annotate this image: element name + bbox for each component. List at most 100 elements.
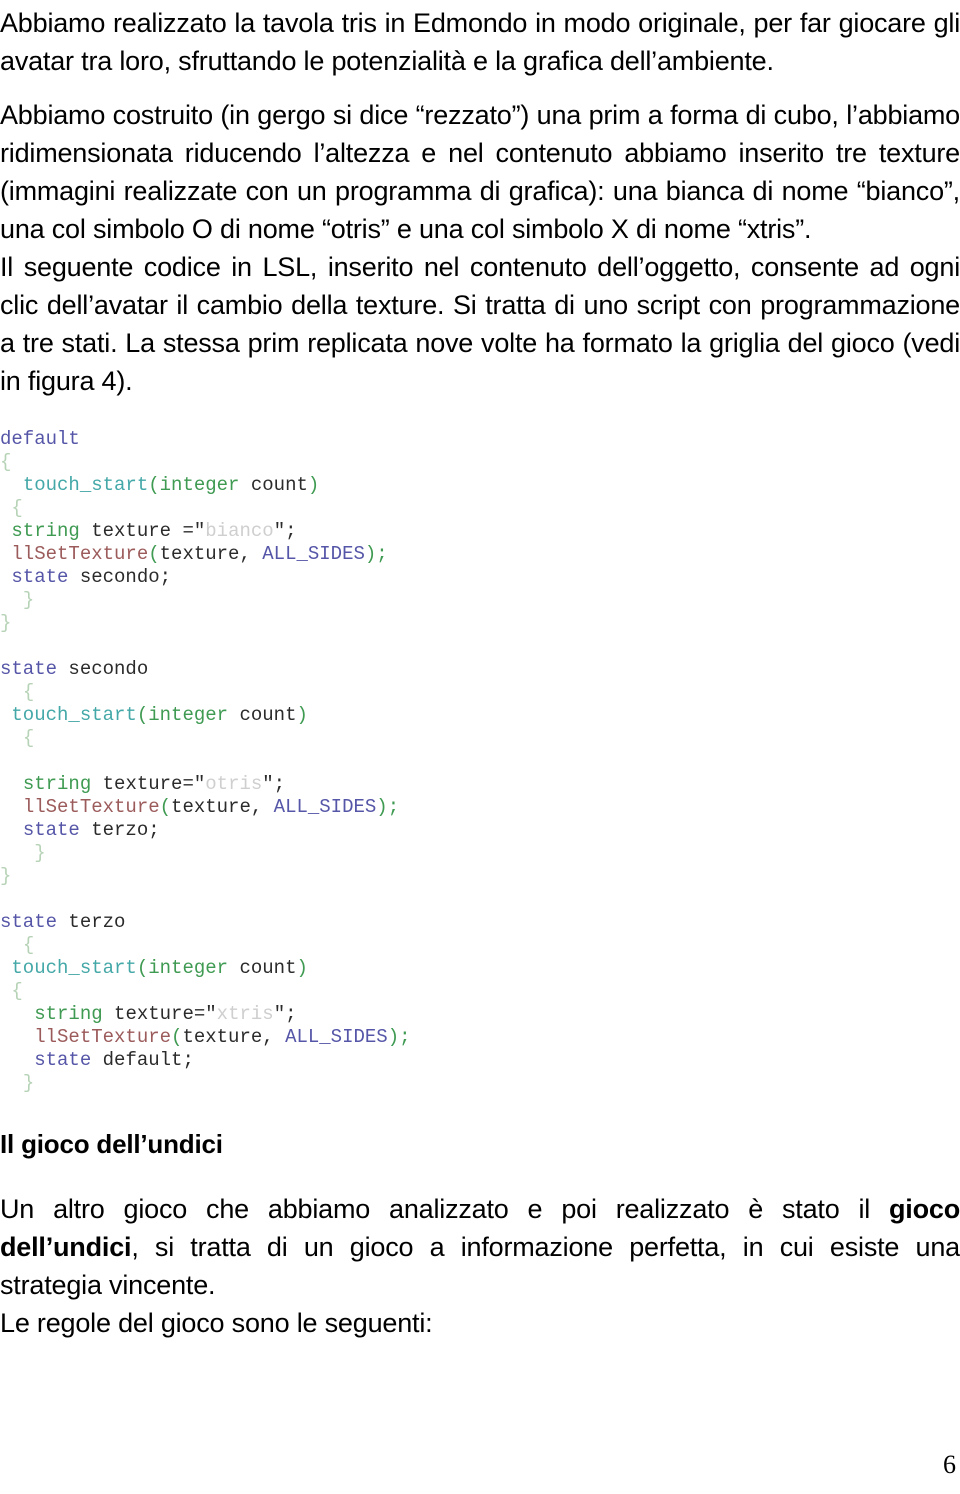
code-token: } [22,1072,35,1094]
code-line: } [0,589,960,612]
code-block-lsl: default{ touch_start(integer count) { st… [0,400,960,1095]
code-line: llSetTexture(texture, ALL_SIDES); [0,543,960,566]
code-line: string texture="otris"; [0,773,960,796]
code-token: } [0,865,12,887]
code-token: state [34,1049,92,1071]
code-line: { [0,681,960,704]
code-line: { [0,980,960,1003]
code-line: } [0,865,960,888]
code-line: { [0,934,960,957]
code-line: state terzo; [0,819,960,842]
code-token: xtris [216,1003,274,1025]
code-token: ) [296,704,308,726]
undici-text-after: , si tratta di un gioco a informazione p… [0,1232,960,1300]
code-line: touch_start(integer count) [0,704,960,727]
code-token: touch_start [22,474,149,496]
code-token: } [22,589,35,611]
undici-text-before: Un altro gioco che abbiamo analizzato e … [0,1194,889,1224]
code-token: terzo; [79,819,160,841]
code-token: texture, [182,1026,286,1048]
paragraph-gioco-undici: Un altro gioco che abbiamo analizzato e … [0,1160,960,1304]
code-token: secondo [57,658,149,680]
code-token: string [22,773,92,795]
code-token: ); [387,1026,411,1048]
code-token: default [0,428,80,450]
code-token: state [0,658,58,680]
document-page: Abbiamo realizzato la tavola tris in Edm… [0,0,960,1494]
code-line: { [0,497,960,520]
code-token: count [239,474,308,496]
code-line: llSetTexture(texture, ALL_SIDES); [0,796,960,819]
code-token: terzo [57,911,126,933]
page-number: 6 [943,1450,956,1479]
code-token: texture, [171,796,274,818]
code-token: texture= [102,1003,206,1025]
code-token: count [228,704,297,726]
code-line: state default; [0,1049,960,1072]
code-line: touch_start(integer count) [0,474,960,497]
code-token: touch_start [11,957,137,979]
code-token: state [0,911,58,933]
code-token: " [205,1003,217,1025]
code-token: ); [376,796,400,818]
code-token: { [0,451,12,473]
code-token: { [22,934,35,956]
code-token: state [22,819,80,841]
code-token: bianco [205,520,274,542]
code-token: { [11,980,23,1002]
code-token: count [228,957,297,979]
code-token: } [34,842,46,864]
code-line: { [0,451,960,474]
paragraph-code-description: Il seguente codice in LSL, inserito nel … [0,252,960,396]
code-token: ( [159,796,172,818]
code-token: "; [273,520,297,542]
paragraph-build-description: Abbiamo costruito (in gergo si dice “rez… [0,100,960,244]
code-token: ( [148,474,160,496]
code-token: integer [148,704,229,726]
code-token: ) [307,474,320,496]
code-token: "; [262,773,286,795]
code-line: touch_start(integer count) [0,957,960,980]
code-line: llSetTexture(texture, ALL_SIDES); [0,1026,960,1049]
code-token: touch_start [11,704,137,726]
code-token: string [11,520,80,542]
code-token: integer [148,957,229,979]
code-token: ALL_SIDES [273,796,377,818]
code-token: otris [205,773,263,795]
code-token: ( [171,1026,183,1048]
code-line: state terzo [0,911,960,934]
code-token: } [0,612,12,634]
code-line: { [0,727,960,750]
code-token: ALL_SIDES [285,1026,388,1048]
code-token: string [34,1003,103,1025]
code-token: ) [296,957,308,979]
paragraph-intro: Abbiamo realizzato la tavola tris in Edm… [0,8,960,76]
code-token: "; [273,1003,297,1025]
code-line: } [0,842,960,865]
code-token: ( [136,704,149,726]
code-token: ALL_SIDES [262,543,365,565]
code-token: ( [148,543,160,565]
code-token: { [22,681,35,703]
code-line: } [0,612,960,635]
code-token: texture, [159,543,263,565]
code-line: state secondo [0,658,960,681]
heading-gioco-dell-undici: Il gioco dell’undici [0,1129,223,1159]
code-token: default; [91,1049,194,1071]
code-line: string texture="xtris"; [0,1003,960,1026]
code-token: ); [364,543,388,565]
code-token: llSetTexture [34,1026,172,1048]
code-token: texture = [79,520,194,542]
code-token: llSetTexture [11,543,149,565]
code-line: string texture ="bianco"; [0,520,960,543]
code-token: llSetTexture [22,796,160,818]
code-token: { [22,727,35,749]
code-line: } [0,1072,960,1095]
code-token: state [11,566,69,588]
code-token: ( [136,957,149,979]
code-token: texture= [91,773,194,795]
code-line: default [0,428,960,451]
code-token: " [193,520,206,542]
